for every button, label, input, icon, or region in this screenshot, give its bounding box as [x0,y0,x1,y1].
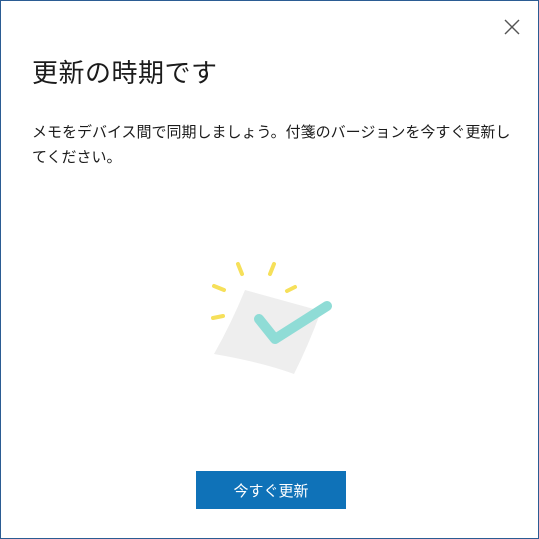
sticky-note-checkmark-icon [211,262,332,374]
close-button[interactable] [498,13,526,41]
update-now-button[interactable]: 今すぐ更新 [196,471,346,509]
close-icon [504,19,520,35]
update-dialog: 更新の時期です メモをデバイス間で同期しましょう。付箋のバージョンを今すぐ更新し… [0,0,539,539]
dialog-message: メモをデバイス間で同期しましょう。付箋のバージョンを今すぐ更新してください。 [32,123,511,166]
dialog-title: 更新の時期です [32,59,218,89]
